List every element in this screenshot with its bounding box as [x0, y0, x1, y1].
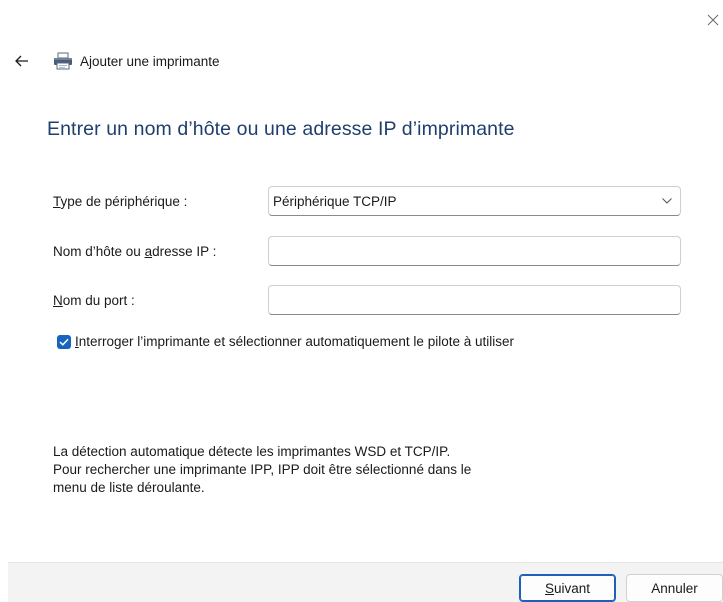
info-text: La détection automatique détecte les imp…: [53, 443, 471, 497]
checkmark-icon: [59, 338, 69, 346]
hostname-input[interactable]: [268, 236, 681, 266]
back-arrow-icon: [15, 55, 28, 67]
hostname-label-before: Nom d’hôte ou: [53, 244, 145, 259]
hostname-label-accesskey: a: [144, 244, 153, 259]
device-type-label: Type de périphérique :: [53, 194, 187, 209]
back-button[interactable]: [13, 51, 31, 71]
cancel-button[interactable]: Annuler: [626, 574, 723, 602]
header: Ajouter une imprimante: [13, 51, 220, 71]
next-button-accesskey: S: [544, 580, 554, 596]
device-type-label-accesskey: T: [53, 194, 61, 209]
header-title: Ajouter une imprimante: [80, 53, 220, 69]
device-type-value: Périphérique TCP/IP: [273, 193, 397, 209]
device-type-label-text: ype de périphérique :: [60, 194, 188, 209]
close-button[interactable]: [703, 10, 723, 30]
hostname-label-after: dresse IP :: [152, 244, 217, 259]
device-type-select[interactable]: Périphérique TCP/IP: [268, 186, 681, 216]
port-name-input[interactable]: [268, 285, 681, 315]
hostname-label: Nom d’hôte ou adresse IP :: [53, 244, 216, 259]
auto-driver-label-text: nterroger l’imprimante et sélectionner a…: [78, 334, 514, 349]
info-line-1: La détection automatique détecte les imp…: [53, 444, 451, 459]
close-icon: [707, 14, 719, 26]
page-title: Entrer un nom d’hôte ou une adresse IP d…: [47, 118, 515, 140]
port-name-label: Nom du port :: [53, 293, 135, 308]
auto-driver-checkbox[interactable]: [57, 334, 71, 349]
next-button-text: uivant: [553, 580, 591, 596]
chevron-down-icon: [654, 198, 680, 204]
info-line-2: Pour rechercher une imprimante IPP, IPP …: [53, 462, 472, 477]
printer-icon: [53, 51, 75, 71]
auto-driver-label: Interroger l’imprimante et sélectionner …: [75, 334, 514, 349]
port-label-accesskey: N: [53, 293, 63, 308]
info-line-3: menu de liste déroulante.: [53, 480, 205, 495]
port-label-text: om du port :: [62, 293, 135, 308]
next-button[interactable]: Suivant: [519, 574, 616, 602]
auto-driver-option[interactable]: Interroger l’imprimante et sélectionner …: [57, 334, 514, 349]
